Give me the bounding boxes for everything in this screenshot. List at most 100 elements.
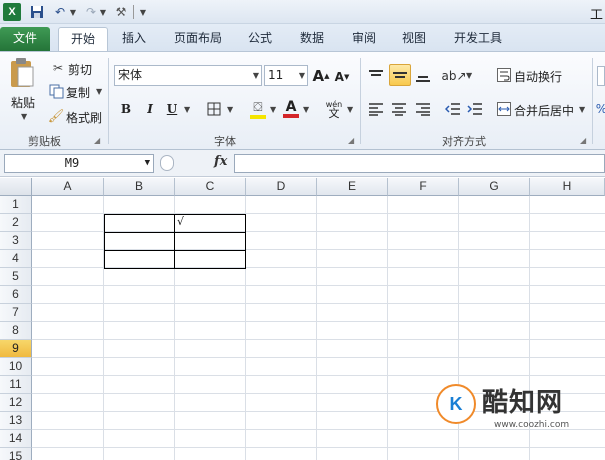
align-middle-icon[interactable] bbox=[389, 64, 411, 86]
orientation-dropdown-icon[interactable]: ▼ bbox=[466, 71, 472, 80]
ribbon-home: 粘贴 ▼ ✂ 剪切 复制 ▼ 🖌 格式刷 剪贴板 ◢ 宋体 ▼ 11 ▼ A ▲ A ▼… bbox=[0, 51, 605, 150]
align-bottom-icon[interactable] bbox=[413, 66, 433, 86]
font-color-dropdown-icon[interactable]: ▼ bbox=[303, 105, 309, 114]
font-launcher-icon[interactable]: ◢ bbox=[348, 136, 354, 145]
number-format-select[interactable] bbox=[597, 66, 605, 86]
alignment-group-label: 对齐方式 bbox=[442, 135, 486, 148]
clipboard-launcher-icon[interactable]: ◢ bbox=[94, 136, 100, 145]
gridline-horizontal bbox=[32, 357, 605, 358]
format-painter-icon[interactable]: 🖌 bbox=[48, 108, 65, 124]
select-all-corner[interactable] bbox=[0, 178, 32, 196]
name-box[interactable]: M9 ▼ bbox=[4, 154, 154, 173]
align-right-icon[interactable] bbox=[413, 100, 433, 118]
undo-icon[interactable]: ↶ bbox=[51, 3, 69, 21]
column-header-c[interactable]: C bbox=[175, 178, 246, 196]
row-header-3[interactable]: 3 bbox=[0, 232, 32, 250]
column-header-e[interactable]: E bbox=[317, 178, 388, 196]
tools-icon[interactable]: ⚒ bbox=[112, 3, 130, 21]
redo-dropdown-icon[interactable]: ▼ bbox=[98, 3, 108, 21]
increase-indent-icon[interactable] bbox=[466, 100, 484, 118]
tab-insert[interactable]: 插入 bbox=[112, 27, 156, 51]
watermark-url: www.coozhi.com bbox=[494, 420, 570, 430]
undo-dropdown-icon[interactable]: ▼ bbox=[68, 3, 78, 21]
tab-view[interactable]: 视图 bbox=[394, 27, 434, 51]
decrease-indent-icon[interactable] bbox=[444, 100, 462, 118]
merge-center-icon[interactable] bbox=[496, 101, 512, 117]
borders-icon[interactable] bbox=[206, 100, 222, 118]
row-header-13[interactable]: 13 bbox=[0, 412, 32, 430]
borders-dropdown-icon[interactable]: ▼ bbox=[227, 105, 233, 114]
align-top-icon[interactable] bbox=[366, 66, 386, 86]
column-header-h[interactable]: H bbox=[530, 178, 605, 196]
tab-file[interactable]: 文件 bbox=[0, 27, 50, 51]
cut-icon[interactable]: ✂ bbox=[50, 60, 66, 76]
font-name-select[interactable]: 宋体 ▼ bbox=[114, 65, 262, 86]
copy-dropdown-icon[interactable]: ▼ bbox=[96, 87, 102, 96]
align-left-icon[interactable] bbox=[366, 100, 386, 118]
grow-font-button[interactable]: A ▲ bbox=[313, 67, 330, 85]
quick-access-toolbar: X ↶ ▼ ↷ ▼ ⚒ ▼ 工 bbox=[0, 0, 605, 24]
row-header-6[interactable]: 6 bbox=[0, 286, 32, 304]
paste-label[interactable]: 粘贴 bbox=[11, 94, 35, 111]
shrink-font-button[interactable]: A ▼ bbox=[334, 69, 350, 85]
row-header-11[interactable]: 11 bbox=[0, 376, 32, 394]
table-border-line bbox=[174, 214, 175, 269]
row-header-7[interactable]: 7 bbox=[0, 304, 32, 322]
column-header-d[interactable]: D bbox=[246, 178, 317, 196]
save-icon[interactable] bbox=[28, 3, 46, 21]
excel-logo-icon[interactable]: X bbox=[3, 3, 21, 21]
customize-qat-icon[interactable]: ▼ bbox=[138, 3, 148, 21]
row-header-1[interactable]: 1 bbox=[0, 196, 32, 214]
paste-dropdown-icon[interactable]: ▼ bbox=[21, 112, 27, 121]
tab-developer[interactable]: 开发工具 bbox=[444, 27, 512, 51]
fill-color-dropdown-icon[interactable]: ▼ bbox=[270, 105, 276, 114]
row-header-10[interactable]: 10 bbox=[0, 358, 32, 376]
merge-center-button[interactable]: 合并后居中 bbox=[514, 102, 574, 119]
row-header-14[interactable]: 14 bbox=[0, 430, 32, 448]
gridline-horizontal bbox=[32, 339, 605, 340]
watermark: K 酷知网 www.coozhi.com bbox=[430, 380, 605, 440]
font-color-icon[interactable]: A bbox=[282, 98, 300, 120]
orientation-icon[interactable]: ab↗ bbox=[441, 66, 466, 86]
row-header-8[interactable]: 8 bbox=[0, 322, 32, 340]
tab-page-layout[interactable]: 页面布局 bbox=[166, 27, 230, 51]
row-header-9[interactable]: 9 bbox=[0, 340, 32, 358]
row-header-2[interactable]: 2 bbox=[0, 214, 32, 232]
cut-button[interactable]: 剪切 bbox=[68, 61, 92, 78]
fill-color-icon[interactable]: ⛋ bbox=[248, 98, 268, 120]
gridline-horizontal bbox=[32, 285, 605, 286]
paste-icon[interactable] bbox=[8, 57, 36, 89]
copy-icon[interactable] bbox=[48, 83, 64, 99]
formula-bar-expand-handle[interactable] bbox=[160, 155, 174, 171]
formula-input[interactable] bbox=[234, 154, 605, 173]
tab-data[interactable]: 数据 bbox=[290, 27, 334, 51]
column-header-f[interactable]: F bbox=[388, 178, 459, 196]
bold-button[interactable]: B bbox=[118, 100, 134, 118]
tab-home[interactable]: 开始 bbox=[58, 27, 108, 51]
align-center-icon[interactable] bbox=[389, 100, 409, 118]
phonetic-dropdown-icon[interactable]: ▼ bbox=[347, 105, 353, 114]
row-header-15[interactable]: 15 bbox=[0, 448, 32, 460]
tab-review[interactable]: 审阅 bbox=[344, 27, 384, 51]
percent-icon[interactable]: % bbox=[596, 100, 605, 118]
alignment-launcher-icon[interactable]: ◢ bbox=[580, 136, 586, 145]
row-header-4[interactable]: 4 bbox=[0, 250, 32, 268]
phonetic-icon[interactable]: wén 文 bbox=[323, 98, 345, 120]
format-painter-button[interactable]: 格式刷 bbox=[66, 109, 102, 126]
merge-dropdown-icon[interactable]: ▼ bbox=[579, 105, 585, 114]
column-header-g[interactable]: G bbox=[459, 178, 530, 196]
cell-c2-mark[interactable]: √ bbox=[177, 215, 184, 228]
row-header-12[interactable]: 12 bbox=[0, 394, 32, 412]
wrap-text-icon[interactable] bbox=[496, 67, 512, 83]
wrap-text-button[interactable]: 自动换行 bbox=[514, 68, 562, 85]
column-header-b[interactable]: B bbox=[104, 178, 175, 196]
copy-button[interactable]: 复制 bbox=[66, 84, 90, 101]
font-size-select[interactable]: 11 ▼ bbox=[264, 65, 308, 86]
column-header-a[interactable]: A bbox=[32, 178, 104, 196]
underline-dropdown-icon[interactable]: ▼ bbox=[184, 105, 190, 114]
italic-button[interactable]: I bbox=[142, 100, 158, 118]
insert-function-icon[interactable]: fx bbox=[214, 154, 227, 169]
underline-button[interactable]: U bbox=[164, 100, 180, 118]
row-header-5[interactable]: 5 bbox=[0, 268, 32, 286]
tab-formulas[interactable]: 公式 bbox=[240, 27, 280, 51]
